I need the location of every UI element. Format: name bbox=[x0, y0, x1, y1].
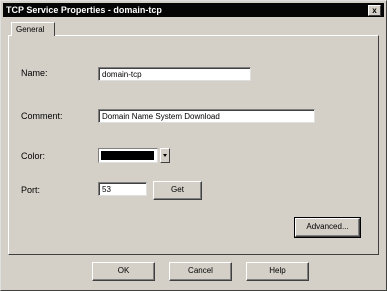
close-icon: x bbox=[372, 6, 377, 15]
comment-label: Comment: bbox=[21, 111, 63, 121]
get-button[interactable]: Get bbox=[153, 181, 202, 200]
close-button[interactable]: x bbox=[368, 5, 381, 16]
color-dropdown-button[interactable] bbox=[160, 148, 170, 163]
color-label: Color: bbox=[21, 151, 46, 161]
ok-button[interactable]: OK bbox=[92, 262, 155, 281]
name-field[interactable] bbox=[98, 67, 251, 81]
name-label: Name: bbox=[21, 68, 48, 78]
title-bar[interactable]: TCP Service Properties - domain-tcp x bbox=[3, 3, 384, 17]
port-field[interactable] bbox=[98, 182, 147, 196]
tab-general-label: General bbox=[16, 25, 45, 34]
help-button[interactable]: Help bbox=[246, 262, 309, 281]
color-select[interactable] bbox=[98, 148, 158, 163]
comment-field[interactable] bbox=[98, 109, 315, 123]
window-title: TCP Service Properties - domain-tcp bbox=[6, 5, 162, 15]
advanced-button[interactable]: Advanced... bbox=[294, 217, 361, 238]
dialog-window: TCP Service Properties - domain-tcp x Ge… bbox=[0, 0, 387, 291]
color-swatch bbox=[101, 151, 154, 160]
tab-general[interactable]: General bbox=[11, 22, 55, 36]
port-label: Port: bbox=[21, 185, 41, 195]
cancel-button[interactable]: Cancel bbox=[169, 262, 232, 281]
